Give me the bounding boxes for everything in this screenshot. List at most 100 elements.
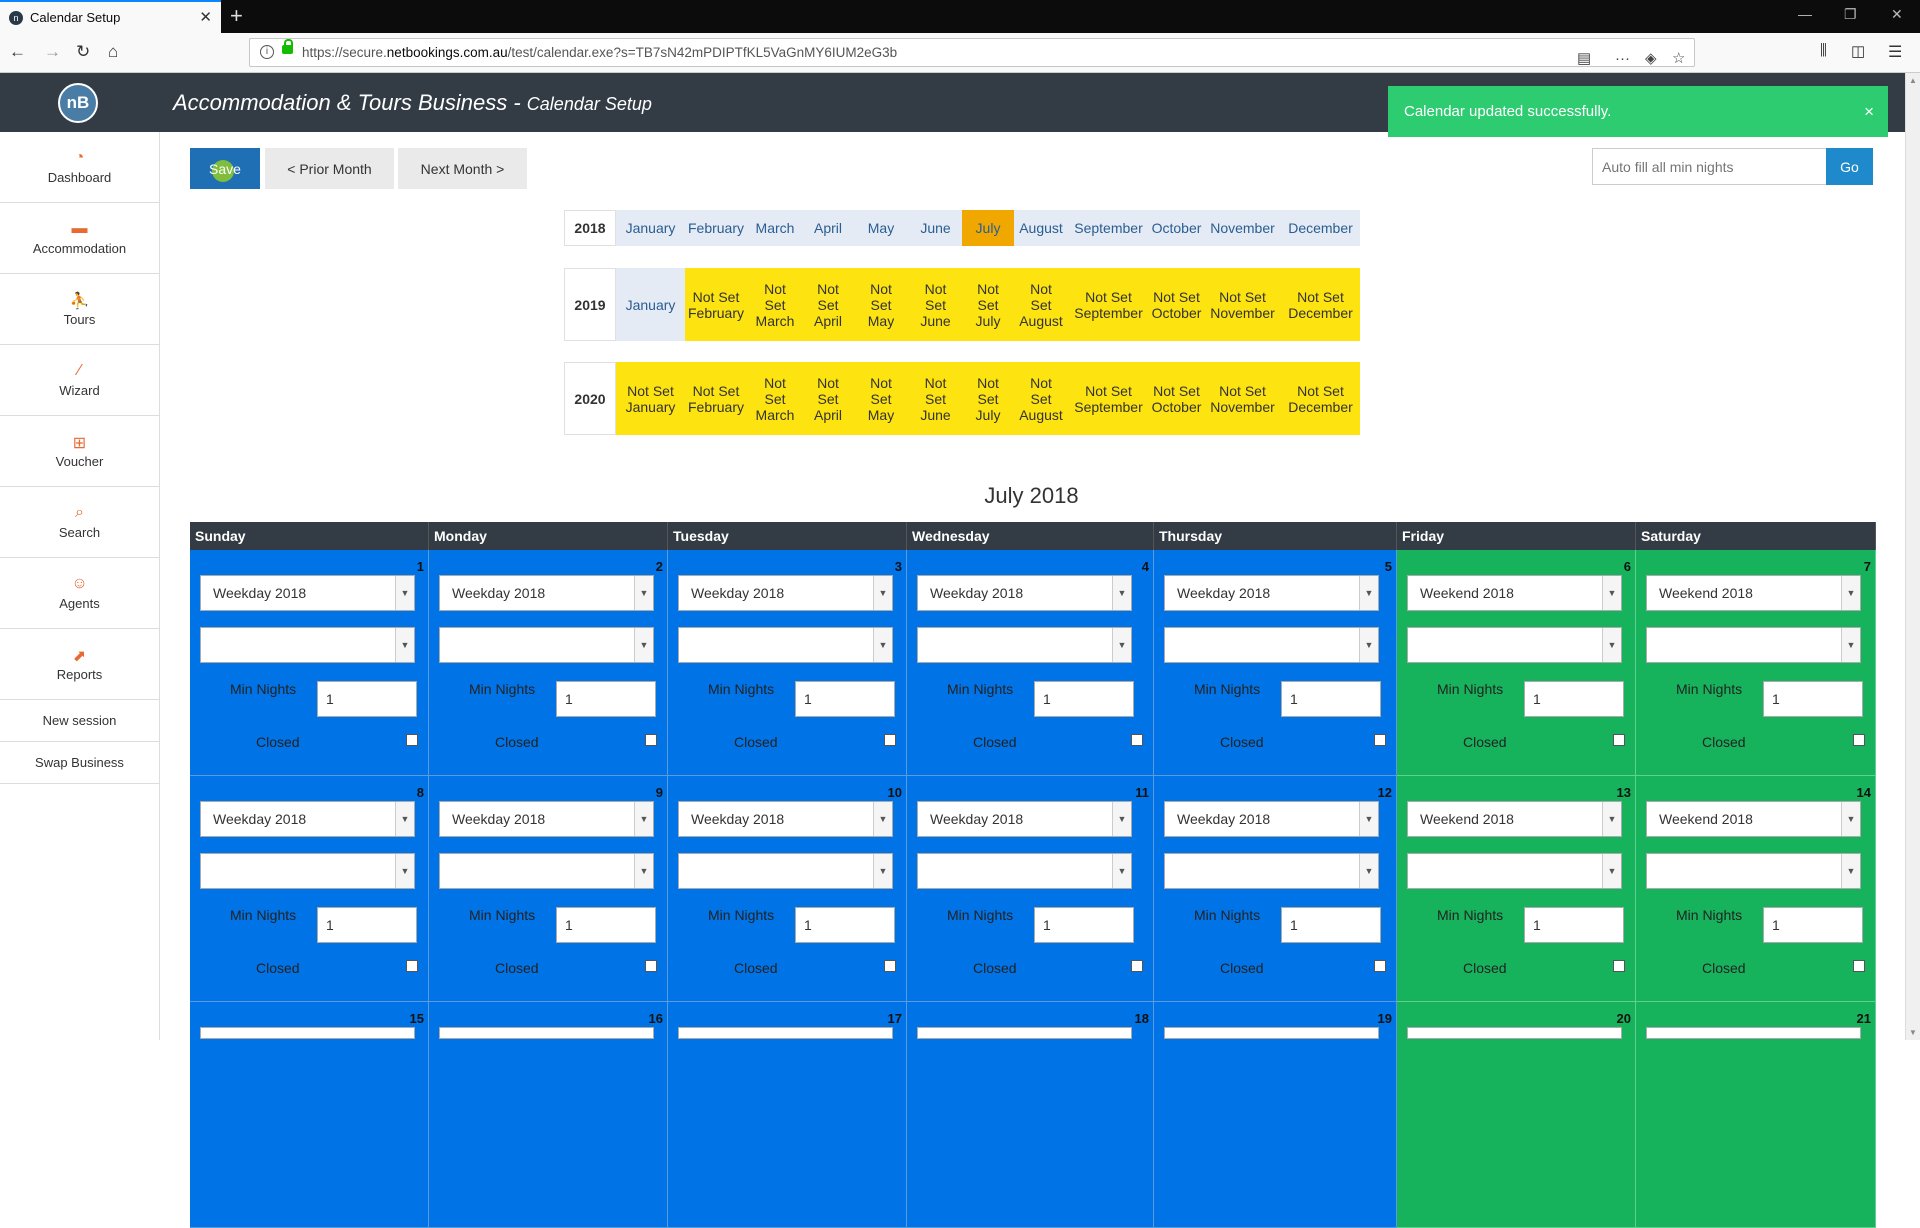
month-cell[interactable]: Not Set October bbox=[1149, 268, 1204, 341]
month-cell[interactable]: Not Set August bbox=[1014, 362, 1068, 435]
prior-month-button[interactable]: < Prior Month bbox=[265, 148, 394, 189]
secondary-select[interactable]: ▼ bbox=[917, 627, 1132, 663]
sidebar-item-wizard[interactable]: ⁄ Wizard bbox=[0, 345, 159, 416]
month-cell[interactable]: Not Set March bbox=[747, 362, 803, 435]
month-cell[interactable]: February bbox=[685, 210, 747, 246]
month-cell[interactable]: Not Set July bbox=[962, 362, 1014, 435]
min-nights-input[interactable]: 1 bbox=[1763, 681, 1863, 717]
rate-select[interactable]: Weekend 2018 ▼ bbox=[1646, 575, 1861, 611]
secondary-select[interactable]: ▼ bbox=[1407, 853, 1622, 889]
rate-select[interactable]: Weekend 2018 ▼ bbox=[1407, 575, 1622, 611]
min-nights-input[interactable]: 1 bbox=[1281, 681, 1381, 717]
secondary-select[interactable]: ▼ bbox=[200, 853, 415, 889]
page-actions-icon[interactable]: ··· bbox=[1615, 45, 1630, 72]
month-cell[interactable]: Not Set September bbox=[1068, 268, 1149, 341]
browser-tab[interactable]: n Calendar Setup ✕ bbox=[0, 0, 221, 33]
min-nights-input[interactable]: 1 bbox=[795, 681, 895, 717]
closed-checkbox[interactable] bbox=[1374, 734, 1386, 746]
month-cell[interactable]: Not Set December bbox=[1281, 268, 1360, 341]
rate-select[interactable]: Weekday 2018 ▼ bbox=[200, 801, 415, 837]
url-bar[interactable]: i https://secure.netbookings.com.au/test… bbox=[249, 38, 1695, 67]
rate-select[interactable]: Weekday 2018 ▼ bbox=[439, 801, 654, 837]
window-close-icon[interactable]: ✕ bbox=[1891, 6, 1903, 23]
min-nights-input[interactable]: 1 bbox=[1524, 907, 1624, 943]
rate-select[interactable]: Weekday 2018 ▼ bbox=[439, 575, 654, 611]
minimize-icon[interactable]: — bbox=[1798, 6, 1812, 22]
min-nights-input[interactable]: 1 bbox=[556, 681, 656, 717]
month-cell[interactable]: December bbox=[1281, 210, 1360, 246]
month-cell[interactable]: October bbox=[1149, 210, 1204, 246]
rate-select[interactable]: Weekday 2018 ▼ bbox=[1164, 801, 1379, 837]
home-icon[interactable]: ⌂ bbox=[108, 42, 118, 62]
month-cell[interactable]: April bbox=[803, 210, 853, 246]
closed-checkbox[interactable] bbox=[1374, 960, 1386, 972]
pocket-icon[interactable]: ◈ bbox=[1645, 45, 1657, 72]
month-cell[interactable]: Not Set May bbox=[853, 362, 909, 435]
month-cell[interactable]: January bbox=[616, 268, 685, 341]
rate-select[interactable]: Weekday 2018 ▼ bbox=[917, 801, 1132, 837]
sidebar-item-voucher[interactable]: ⊞ Voucher bbox=[0, 416, 159, 487]
rate-select[interactable]: Weekday 2018 ▼ bbox=[678, 575, 893, 611]
sidebar-item-dashboard[interactable]: ◔ Dashboard bbox=[0, 132, 159, 203]
closed-checkbox[interactable] bbox=[1853, 960, 1865, 972]
closed-checkbox[interactable] bbox=[1853, 734, 1865, 746]
page-scrollbar[interactable]: ▲ ▼ bbox=[1905, 73, 1920, 1040]
autofill-min-nights-input[interactable] bbox=[1592, 148, 1827, 185]
back-icon[interactable]: ← bbox=[9, 42, 26, 62]
min-nights-input[interactable]: 1 bbox=[317, 907, 417, 943]
month-cell[interactable]: Not Set February bbox=[685, 362, 747, 435]
rate-select[interactable] bbox=[917, 1027, 1132, 1039]
go-button[interactable]: Go bbox=[1826, 148, 1873, 185]
month-cell[interactable]: Not Set June bbox=[909, 268, 962, 341]
month-cell[interactable]: Not Set July bbox=[962, 268, 1014, 341]
month-cell[interactable]: Not Set April bbox=[803, 268, 853, 341]
secondary-select[interactable]: ▼ bbox=[439, 627, 654, 663]
month-cell[interactable]: August bbox=[1014, 210, 1068, 246]
secondary-select[interactable]: ▼ bbox=[1407, 627, 1622, 663]
toast-close-icon[interactable]: × bbox=[1864, 86, 1874, 137]
sidebar-item-agents[interactable]: ☺ Agents bbox=[0, 558, 159, 629]
closed-checkbox[interactable] bbox=[406, 960, 418, 972]
sidebar-item-accommodation[interactable]: ▬ Accommodation bbox=[0, 203, 159, 274]
secondary-select[interactable]: ▼ bbox=[200, 627, 415, 663]
rate-select[interactable] bbox=[1164, 1027, 1379, 1039]
rate-select[interactable] bbox=[200, 1027, 415, 1039]
month-cell[interactable]: Not Set November bbox=[1204, 268, 1281, 341]
month-cell[interactable]: Not Set June bbox=[909, 362, 962, 435]
sidebar-item-tours[interactable]: ⛹ Tours bbox=[0, 274, 159, 345]
month-cell[interactable]: July bbox=[962, 210, 1014, 246]
min-nights-input[interactable]: 1 bbox=[1281, 907, 1381, 943]
month-cell[interactable]: Not Set February bbox=[685, 268, 747, 341]
min-nights-input[interactable]: 1 bbox=[795, 907, 895, 943]
closed-checkbox[interactable] bbox=[645, 960, 657, 972]
closed-checkbox[interactable] bbox=[1613, 734, 1625, 746]
scroll-up-icon[interactable]: ▲ bbox=[1909, 76, 1917, 85]
min-nights-input[interactable]: 1 bbox=[1034, 907, 1134, 943]
closed-checkbox[interactable] bbox=[645, 734, 657, 746]
closed-checkbox[interactable] bbox=[1131, 734, 1143, 746]
forward-icon[interactable]: → bbox=[44, 42, 61, 62]
month-cell[interactable]: Not Set December bbox=[1281, 362, 1360, 435]
logo[interactable]: nB bbox=[58, 83, 98, 123]
closed-checkbox[interactable] bbox=[406, 734, 418, 746]
rate-select[interactable] bbox=[439, 1027, 654, 1039]
sidebar-item-reports[interactable]: ⬈ Reports bbox=[0, 629, 159, 700]
closed-checkbox[interactable] bbox=[884, 960, 896, 972]
menu-icon[interactable]: ☰ bbox=[1888, 42, 1902, 62]
tab-close-icon[interactable]: ✕ bbox=[199, 8, 212, 26]
rate-select[interactable]: Weekend 2018 ▼ bbox=[1407, 801, 1622, 837]
secondary-select[interactable]: ▼ bbox=[1646, 627, 1861, 663]
min-nights-input[interactable]: 1 bbox=[1763, 907, 1863, 943]
month-cell[interactable]: Not Set November bbox=[1204, 362, 1281, 435]
closed-checkbox[interactable] bbox=[1613, 960, 1625, 972]
month-cell[interactable]: March bbox=[747, 210, 803, 246]
secondary-select[interactable]: ▼ bbox=[917, 853, 1132, 889]
new-tab-icon[interactable]: + bbox=[230, 3, 243, 29]
month-cell[interactable]: Not Set March bbox=[747, 268, 803, 341]
month-cell[interactable]: Not Set August bbox=[1014, 268, 1068, 341]
rate-select[interactable]: Weekday 2018 ▼ bbox=[1164, 575, 1379, 611]
bookmark-star-icon[interactable]: ☆ bbox=[1672, 45, 1685, 72]
rate-select[interactable]: Weekday 2018 ▼ bbox=[200, 575, 415, 611]
month-cell[interactable]: June bbox=[909, 210, 962, 246]
month-cell[interactable]: January bbox=[616, 210, 685, 246]
